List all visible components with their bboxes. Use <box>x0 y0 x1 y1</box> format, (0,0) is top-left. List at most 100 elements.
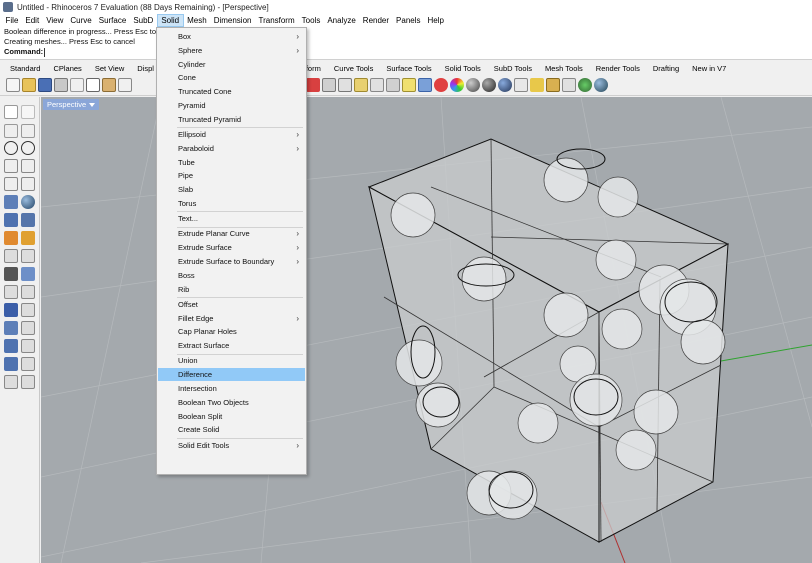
solid-menu-item-boolean-two-objects[interactable]: Boolean Two Objects <box>158 396 305 409</box>
menu-solid[interactable]: Solid <box>156 14 184 27</box>
undo-icon[interactable] <box>118 78 132 92</box>
ellipse-icon[interactable] <box>21 141 35 155</box>
globe-icon[interactable] <box>594 78 608 92</box>
select-arrow-icon[interactable] <box>4 105 18 119</box>
tab-curve-tools[interactable]: Curve Tools <box>327 62 379 75</box>
checkmark-icon[interactable] <box>21 357 35 371</box>
tab-new-in-v7[interactable]: New in V7 <box>686 62 733 75</box>
menu-mesh[interactable]: Mesh <box>184 14 211 27</box>
solid-menu-item-fillet-edge[interactable]: Fillet Edge › <box>158 312 305 325</box>
solid-menu-item-intersection[interactable]: Intersection <box>158 382 305 395</box>
join-icon[interactable] <box>4 267 18 281</box>
new-file-icon[interactable] <box>6 78 20 92</box>
tab-drafting[interactable]: Drafting <box>646 62 685 75</box>
trim-icon[interactable] <box>4 249 18 263</box>
solid-menu-item-create-solid[interactable]: Create Solid <box>158 423 305 436</box>
render-sphere-icon[interactable] <box>466 78 480 92</box>
dimension-icon[interactable] <box>21 303 35 317</box>
menu-transform[interactable]: Transform <box>255 14 298 27</box>
solid-menu-item-pyramid[interactable]: Pyramid <box>158 99 305 112</box>
solid-menu-item-extract-surface[interactable]: Extract Surface <box>158 339 305 352</box>
history-icon[interactable] <box>4 375 18 389</box>
solid-menu-item-cone[interactable]: Cone <box>158 71 305 84</box>
blue-sphere-icon[interactable] <box>498 78 512 92</box>
wand-icon[interactable] <box>530 78 544 92</box>
point-icon[interactable] <box>21 105 35 119</box>
array-icon[interactable] <box>4 285 18 299</box>
sync-icon[interactable] <box>578 78 592 92</box>
solid-menu-item-cap-planar-holes[interactable]: Cap Planar Holes <box>158 325 305 338</box>
rotate-icon[interactable] <box>322 78 336 92</box>
tab-set-view[interactable]: Set View <box>88 62 130 75</box>
solid-menu-item-sphere[interactable]: Sphere › <box>158 44 305 57</box>
hatch-icon[interactable] <box>21 321 35 335</box>
polygon-icon[interactable] <box>21 159 35 173</box>
tab-mesh-tools[interactable]: Mesh Tools <box>539 62 590 75</box>
split-icon[interactable] <box>21 249 35 263</box>
color-wheel-icon[interactable] <box>450 78 464 92</box>
paste-icon[interactable] <box>102 78 116 92</box>
menu-render[interactable]: Render <box>359 14 392 27</box>
viewport-label[interactable]: Perspective <box>43 99 100 110</box>
layer-icon[interactable] <box>418 78 432 92</box>
menu-file[interactable]: File <box>2 14 22 27</box>
solid-menu-item-truncated-cone[interactable]: Truncated Cone <box>158 85 305 98</box>
solid-menu-item-extrude-surface[interactable]: Extrude Surface › <box>158 241 305 254</box>
menu-edit[interactable]: Edit <box>22 14 43 27</box>
solid-menu-item-difference[interactable]: Difference <box>158 368 305 382</box>
edit-icon[interactable] <box>21 375 35 389</box>
solid-menu-item-solid-edit-tools[interactable]: Solid Edit Tools › <box>158 439 305 452</box>
arc-icon[interactable] <box>4 159 18 173</box>
print-icon[interactable] <box>54 78 68 92</box>
menu-panels[interactable]: Panels <box>393 14 424 27</box>
camera-icon[interactable] <box>4 357 18 371</box>
viewport-dropdown-icon[interactable] <box>89 102 96 107</box>
zoom-icon[interactable] <box>338 78 352 92</box>
fillet-curve-icon[interactable] <box>4 177 18 191</box>
open-file-icon[interactable] <box>22 78 36 92</box>
solid-menu-item-rib[interactable]: Rib <box>158 283 305 296</box>
cut-icon[interactable] <box>70 78 84 92</box>
box-tool-icon[interactable] <box>21 213 35 227</box>
curve-icon[interactable] <box>21 124 35 138</box>
mirror-icon[interactable] <box>21 285 35 299</box>
sphere-tool-icon[interactable] <box>21 195 35 209</box>
solid-menu-item-box[interactable]: Box › <box>158 30 305 43</box>
menu-help[interactable]: Help <box>424 14 447 27</box>
surface-icon[interactable] <box>4 195 18 209</box>
tab-render-tools[interactable]: Render Tools <box>589 62 646 75</box>
material-icon[interactable] <box>434 78 448 92</box>
toolbox-icon[interactable] <box>546 78 560 92</box>
tab-standard[interactable]: Standard <box>0 62 47 75</box>
group-icon[interactable] <box>21 267 35 281</box>
menu-subd[interactable]: SubD <box>130 14 157 27</box>
solid-menu-item-truncated-pyramid[interactable]: Truncated Pyramid <box>158 113 305 126</box>
solid-menu-item-text[interactable]: Text... <box>158 212 305 225</box>
text-tool-icon[interactable] <box>4 303 18 317</box>
save-file-icon[interactable] <box>38 78 52 92</box>
offset-curve-icon[interactable] <box>21 177 35 191</box>
solid-menu-item-slab[interactable]: Slab <box>158 183 305 196</box>
options-icon[interactable] <box>514 78 528 92</box>
tab-cplanes[interactable]: CPlanes <box>47 62 88 75</box>
menu-analyze[interactable]: Analyze <box>324 14 359 27</box>
solid-menu-item-paraboloid[interactable]: Paraboloid › <box>158 142 305 155</box>
mesh-icon[interactable] <box>4 321 18 335</box>
solid-menu-item-union[interactable]: Union <box>158 354 305 367</box>
solid-menu-item-offset[interactable]: Offset <box>158 298 305 311</box>
menu-tools[interactable]: Tools <box>298 14 324 27</box>
shaded-sphere-icon[interactable] <box>482 78 496 92</box>
snap-icon[interactable] <box>562 78 576 92</box>
solid-menu-item-ellipsoid[interactable]: Ellipsoid › <box>158 128 305 141</box>
lock-icon[interactable] <box>386 78 400 92</box>
polyline-icon[interactable] <box>4 124 18 138</box>
cylinder-tool-icon[interactable] <box>4 213 18 227</box>
copy-icon[interactable] <box>86 78 100 92</box>
boolean-icon[interactable] <box>4 231 18 245</box>
solid-menu-item-cylinder[interactable]: Cylinder <box>158 58 305 71</box>
grid-icon[interactable] <box>370 78 384 92</box>
menu-curve[interactable]: Curve <box>67 14 95 27</box>
light-bulb-icon[interactable] <box>402 78 416 92</box>
explode-icon[interactable] <box>21 231 35 245</box>
block-icon[interactable] <box>4 339 18 353</box>
